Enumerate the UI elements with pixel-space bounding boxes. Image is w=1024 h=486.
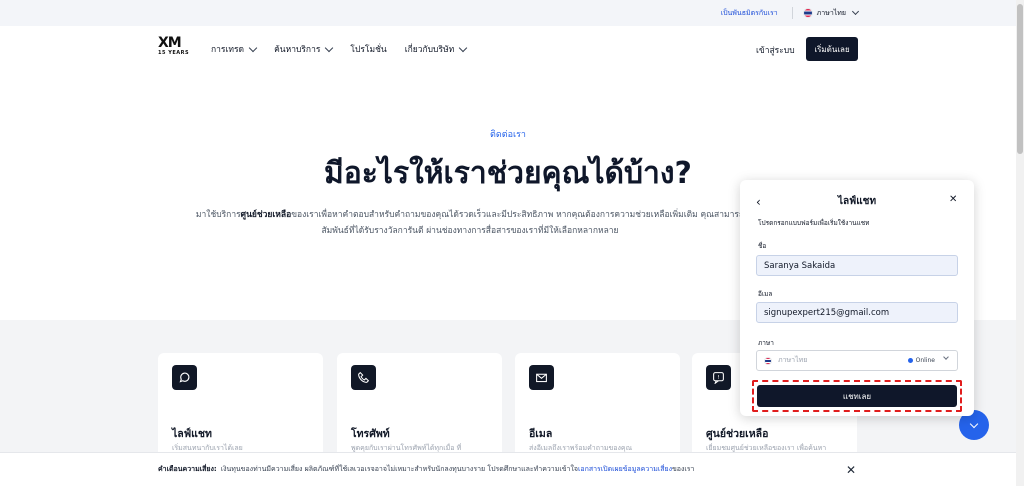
chat-title: ไลฟ์แชท [837, 196, 877, 207]
intro-prefix: มาใช้บริการ [195, 210, 241, 220]
intro-text: มาใช้บริการศูนย์ช่วยเหลือของเราเพื่อหาคำ… [170, 207, 770, 241]
contact-eyebrow: ติดต่อเรา [490, 130, 526, 140]
help-center-link[interactable]: ศูนย์ช่วยเหลือ [241, 210, 292, 220]
main-nav: XM 15 YEARS การเทรด ค้นหาบริการ โปรโมชั่… [0, 26, 1016, 72]
card-title: ไลฟ์แชท [172, 428, 212, 440]
contact-card-phone[interactable]: โทรศัพท์ พูดคุยกับเราผ่านโทรศัพท์ได้ทุกเ… [337, 353, 502, 463]
thai-flag-icon [802, 8, 813, 18]
chevron-down-icon [969, 419, 979, 428]
language-select[interactable]: ภาษาไทย Online [756, 350, 958, 371]
language-label: ภาษาไทย [816, 8, 846, 17]
chat-instructions: โปรดกรอกแบบฟอร์มเพื่อเริ่มใช้งานแชท [758, 219, 870, 227]
divider [791, 7, 793, 19]
risk-warning-bar: คำเตือนความเสี่ยง: เงินทุนของท่านมีความเ… [0, 452, 1016, 486]
start-chat-button[interactable]: แชทเลย [757, 385, 957, 407]
email-label: อีเมล [758, 290, 773, 298]
nav-item-trading[interactable]: การเทรด [211, 42, 258, 56]
status-badge: Online [907, 357, 935, 364]
top-bar: เป็นพันธมิตรกับเรา ภาษาไทย [0, 0, 1016, 26]
online-dot-icon [907, 358, 913, 363]
nav-item-promotions[interactable]: โปรโมชั่น [350, 42, 386, 56]
nav-item-services[interactable]: ค้นหาบริการ [274, 42, 334, 56]
nav-menu: การเทรด ค้นหาบริการ โปรโมชั่น เกี่ยวกับบ… [211, 26, 468, 72]
intro-rest: ของเราเพื่อหาคำตอบสำหรับคำถามของคุณได้รว… [291, 210, 745, 220]
chevron-down-icon [248, 43, 258, 52]
nav-item-label: โปรโมชั่น [350, 45, 387, 55]
help-icon: ! [706, 365, 731, 390]
nav-item-label: ค้นหาบริการ [274, 45, 321, 55]
intro-line2: สัมพันธ์ที่ได้รับรางวัลการันตี ผ่านช่องท… [321, 226, 619, 236]
card-title: ศูนย์ช่วยเหลือ [706, 428, 769, 440]
svg-text:!: ! [717, 375, 719, 381]
risk-text: เงินทุนของท่านมีความเสี่ยง ผลิตภัณฑ์ที่ใ… [220, 465, 578, 473]
logo-years: 15 YEARS [158, 50, 190, 56]
login-link[interactable]: เข้าสู่ระบบ [756, 43, 795, 57]
email-field[interactable]: signupexpert215@gmail.com [756, 302, 958, 323]
status-text: Online [915, 357, 935, 364]
chevron-down-icon [325, 43, 334, 52]
thai-flag-icon [764, 356, 772, 365]
card-title: โทรศัพท์ [351, 428, 390, 440]
name-field[interactable]: Saranya Sakaida [756, 255, 958, 276]
mail-icon [529, 365, 554, 390]
chat-bubble-icon [172, 365, 197, 390]
xm-logo[interactable]: XM 15 YEARS [158, 36, 194, 62]
logo-mark: XM [158, 35, 182, 51]
nav-item-about[interactable]: เกี่ยวกับบริษัท [404, 42, 468, 56]
close-icon[interactable]: ✕ [846, 463, 856, 477]
chevron-down-icon [851, 7, 860, 16]
submit-highlight: แชทเลย [752, 380, 962, 412]
nav-item-label: เกี่ยวกับบริษัท [404, 45, 455, 55]
close-icon[interactable]: ✕ [949, 194, 957, 205]
partner-link[interactable]: เป็นพันธมิตรกับเรา [721, 8, 778, 19]
phone-icon [351, 365, 376, 390]
chevron-down-icon [458, 43, 468, 52]
live-chat-panel: ‹ ไลฟ์แชท ✕ โปรดกรอกแบบฟอร์มเพื่อเริ่มใช… [740, 180, 974, 416]
start-button[interactable]: เริ่มต้นเลย [806, 37, 858, 61]
nav-item-label: การเทรด [211, 45, 245, 55]
chevron-down-icon [943, 354, 949, 360]
card-title: อีเมล [529, 428, 553, 440]
language-placeholder: ภาษาไทย [778, 356, 808, 364]
scrollbar-thumb[interactable] [1017, 4, 1023, 154]
name-label: ชื่อ [758, 242, 767, 250]
contact-card-email[interactable]: อีเมล ส่งอีเมลถึงเราพร้อมคำถามของคุณ [515, 353, 680, 463]
risk-suffix: ของเรา [672, 465, 695, 473]
language-selector[interactable]: ภาษาไทย [802, 7, 860, 19]
language-label: ภาษา [758, 339, 774, 347]
risk-disclosure-link[interactable]: เอกสารเปิดเผยข้อมูลความเสี่ยง [578, 464, 672, 475]
contact-card-livechat[interactable]: ไลฟ์แชท เริ่มสนทนากับเราได้เลย [158, 353, 323, 463]
scrollbar[interactable] [1016, 0, 1024, 486]
risk-label: คำเตือนความเสี่ยง: [158, 465, 217, 473]
